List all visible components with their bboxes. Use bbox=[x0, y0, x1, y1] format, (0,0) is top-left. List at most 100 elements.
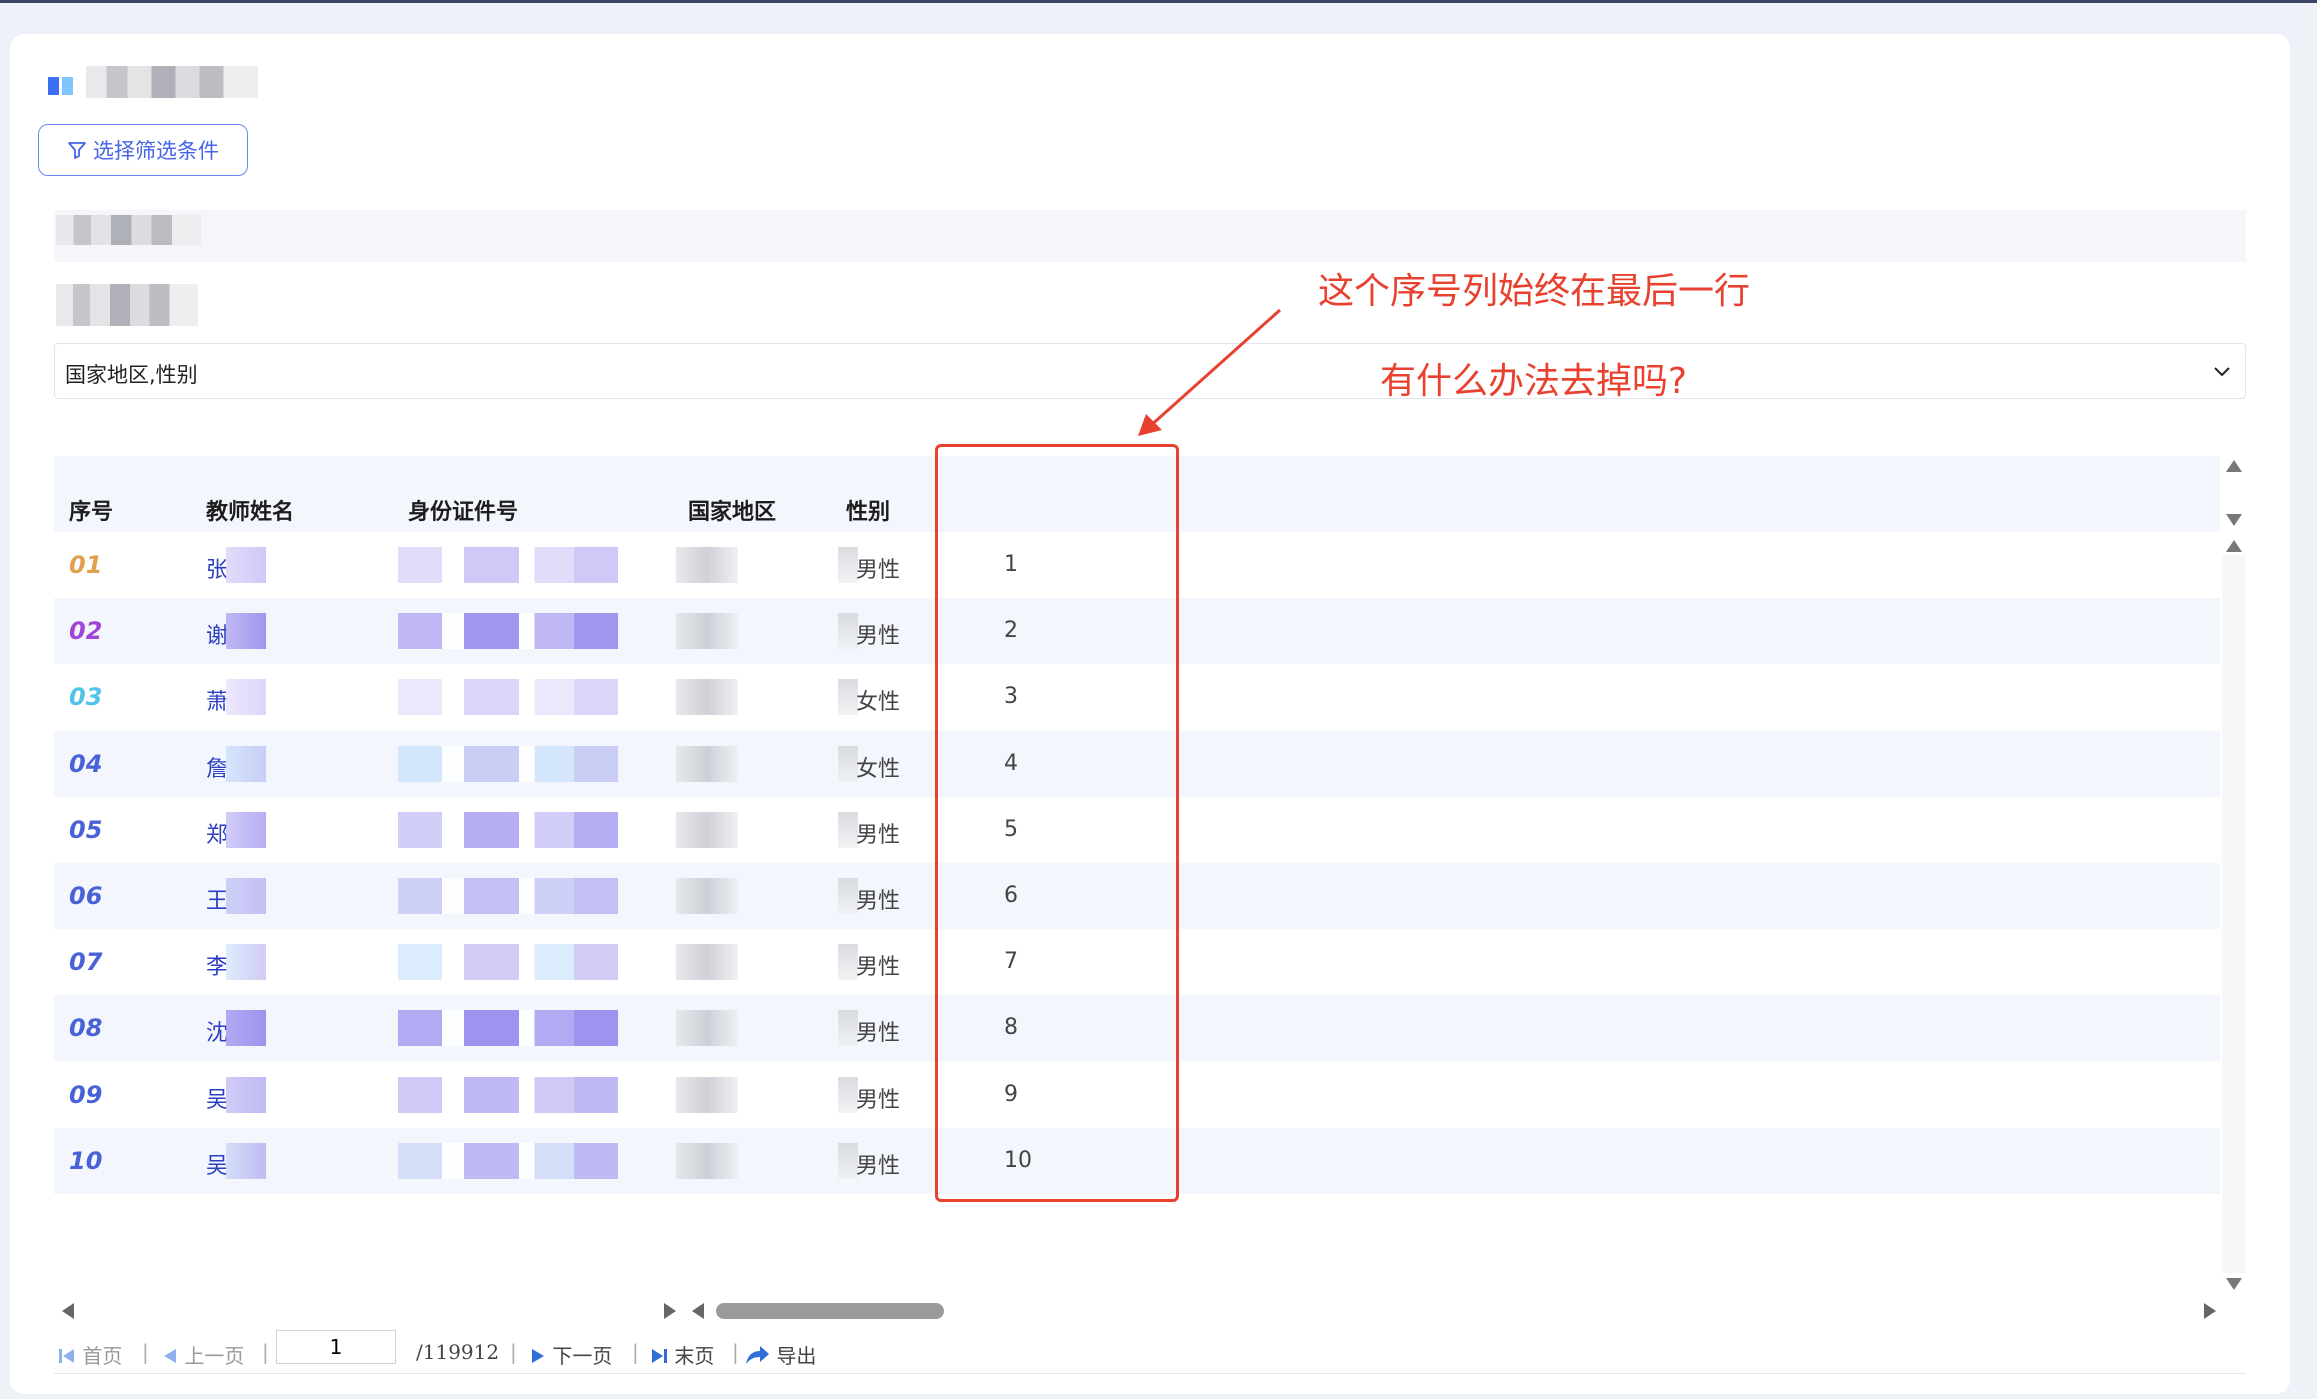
pager-separator: | bbox=[510, 1340, 517, 1364]
row-gender: 男性 bbox=[856, 889, 901, 914]
name-redacted bbox=[226, 1142, 266, 1179]
total-pages: /119912 bbox=[416, 1340, 500, 1364]
id-number-redacted bbox=[398, 1142, 618, 1179]
row-teacher-name: 张 bbox=[206, 558, 229, 583]
row-gender: 男性 bbox=[856, 558, 901, 583]
gender-prefix-redacted bbox=[838, 1076, 858, 1113]
column-label-redacted bbox=[56, 284, 198, 326]
country-redacted bbox=[676, 679, 738, 716]
scroll-left-icon[interactable] bbox=[62, 1303, 74, 1319]
id-number-redacted bbox=[398, 547, 618, 583]
scroll-down-icon[interactable] bbox=[2226, 1278, 2242, 1290]
name-redacted bbox=[226, 679, 266, 716]
name-redacted bbox=[226, 944, 266, 981]
row-gender: 男性 bbox=[856, 624, 901, 650]
id-number-redacted bbox=[398, 878, 618, 914]
row-teacher-name: 吴 bbox=[206, 1153, 229, 1179]
next-page-icon bbox=[532, 1349, 544, 1363]
pager-separator: | bbox=[732, 1340, 739, 1364]
country-redacted bbox=[676, 547, 738, 583]
horizontal-scrollbar[interactable] bbox=[54, 1295, 2246, 1325]
annotation-line2: 有什么办法去掉吗? bbox=[1380, 361, 1688, 402]
name-redacted bbox=[226, 745, 266, 782]
row-gender: 男性 bbox=[856, 1087, 901, 1113]
scroll-up-icon[interactable] bbox=[2226, 460, 2242, 472]
filter-button-label: 选择筛选条件 bbox=[93, 140, 219, 163]
row-teacher-name: 吴 bbox=[206, 1087, 229, 1113]
id-number-redacted bbox=[398, 613, 618, 650]
country-redacted bbox=[676, 745, 738, 782]
scroll-left-icon[interactable] bbox=[692, 1303, 704, 1319]
row-teacher-name: 谢 bbox=[206, 624, 229, 650]
last-page-button[interactable]: 末页 bbox=[650, 1340, 714, 1369]
annotation-arrow-icon bbox=[1138, 308, 1281, 436]
export-share-icon bbox=[746, 1346, 769, 1364]
country-redacted bbox=[676, 1076, 738, 1113]
id-number-redacted bbox=[398, 944, 618, 981]
annotation-line1: 这个序号列始终在最后一行 bbox=[1318, 271, 1751, 312]
scroll-down-icon[interactable] bbox=[2226, 514, 2242, 526]
first-page-icon bbox=[59, 1349, 74, 1363]
row-seq: 05 bbox=[69, 815, 103, 844]
row-seq: 01 bbox=[69, 551, 103, 579]
row-seq: 08 bbox=[69, 1014, 103, 1043]
scroll-up-icon[interactable] bbox=[2226, 540, 2242, 552]
next-page-button[interactable]: 下一页 bbox=[530, 1340, 612, 1369]
report-title-redacted bbox=[86, 66, 258, 98]
pager-separator: | bbox=[142, 1340, 149, 1364]
export-button[interactable]: 导出 bbox=[744, 1340, 816, 1369]
row-teacher-name: 萧 bbox=[206, 690, 229, 716]
name-redacted bbox=[226, 1076, 266, 1113]
first-page-label: 首页 bbox=[82, 1344, 123, 1368]
vertical-scrollbar-track[interactable] bbox=[2222, 555, 2246, 1273]
row-seq: 04 bbox=[69, 749, 103, 778]
row-seq: 07 bbox=[69, 948, 103, 977]
first-page-button[interactable]: 首页 bbox=[58, 1340, 122, 1369]
filter-summary-redacted bbox=[56, 215, 201, 245]
page-number-input[interactable] bbox=[276, 1330, 396, 1364]
country-redacted bbox=[676, 1010, 738, 1047]
prev-page-button[interactable]: 上一页 bbox=[162, 1340, 244, 1369]
country-redacted bbox=[676, 811, 738, 848]
row-teacher-name: 詹 bbox=[206, 756, 229, 782]
horizontal-scroll-thumb[interactable] bbox=[716, 1303, 944, 1319]
country-redacted bbox=[676, 944, 738, 981]
last-page-label: 末页 bbox=[674, 1344, 715, 1368]
last-page-icon bbox=[652, 1349, 667, 1363]
gender-prefix-redacted bbox=[838, 1142, 858, 1179]
gender-prefix-redacted bbox=[838, 1010, 858, 1047]
name-redacted bbox=[226, 613, 266, 650]
row-teacher-name: 王 bbox=[206, 889, 229, 914]
filter-conditions-button[interactable]: 选择筛选条件 bbox=[38, 124, 248, 176]
gender-prefix-redacted bbox=[838, 547, 858, 583]
id-number-redacted bbox=[398, 1010, 618, 1047]
country-redacted bbox=[676, 1142, 738, 1179]
row-gender: 男性 bbox=[856, 955, 901, 981]
gender-prefix-redacted bbox=[838, 811, 858, 848]
name-redacted bbox=[226, 878, 266, 914]
next-page-label: 下一页 bbox=[552, 1344, 613, 1368]
column-select-value: 国家地区,性别 bbox=[65, 363, 198, 387]
annotation-highlight-box bbox=[935, 444, 1179, 1202]
row-seq: 02 bbox=[69, 617, 103, 646]
row-gender: 男性 bbox=[856, 822, 901, 848]
scroll-right-icon[interactable] bbox=[664, 1303, 676, 1319]
pagination-bar: 首页 | 上一页 | /119912 | 下一页 | 末页 | 导出 bbox=[54, 1330, 2246, 1372]
header-seq: 序号 bbox=[69, 500, 114, 525]
id-number-redacted bbox=[398, 745, 618, 782]
pager-separator: | bbox=[632, 1340, 639, 1364]
row-gender: 女性 bbox=[856, 756, 901, 782]
country-redacted bbox=[676, 878, 738, 914]
gender-prefix-redacted bbox=[838, 944, 858, 981]
footer-divider bbox=[54, 1373, 2246, 1374]
header-gender: 性别 bbox=[846, 500, 891, 525]
export-label: 导出 bbox=[776, 1344, 817, 1368]
filter-summary-bar bbox=[54, 210, 2246, 262]
prev-page-label: 上一页 bbox=[184, 1344, 245, 1368]
id-number-redacted bbox=[398, 1076, 618, 1113]
row-teacher-name: 李 bbox=[206, 955, 229, 981]
header-id-number: 身份证件号 bbox=[408, 500, 519, 525]
chevron-down-icon bbox=[2214, 367, 2230, 377]
scroll-right-icon[interactable] bbox=[2204, 1303, 2216, 1319]
id-number-redacted bbox=[398, 811, 618, 848]
